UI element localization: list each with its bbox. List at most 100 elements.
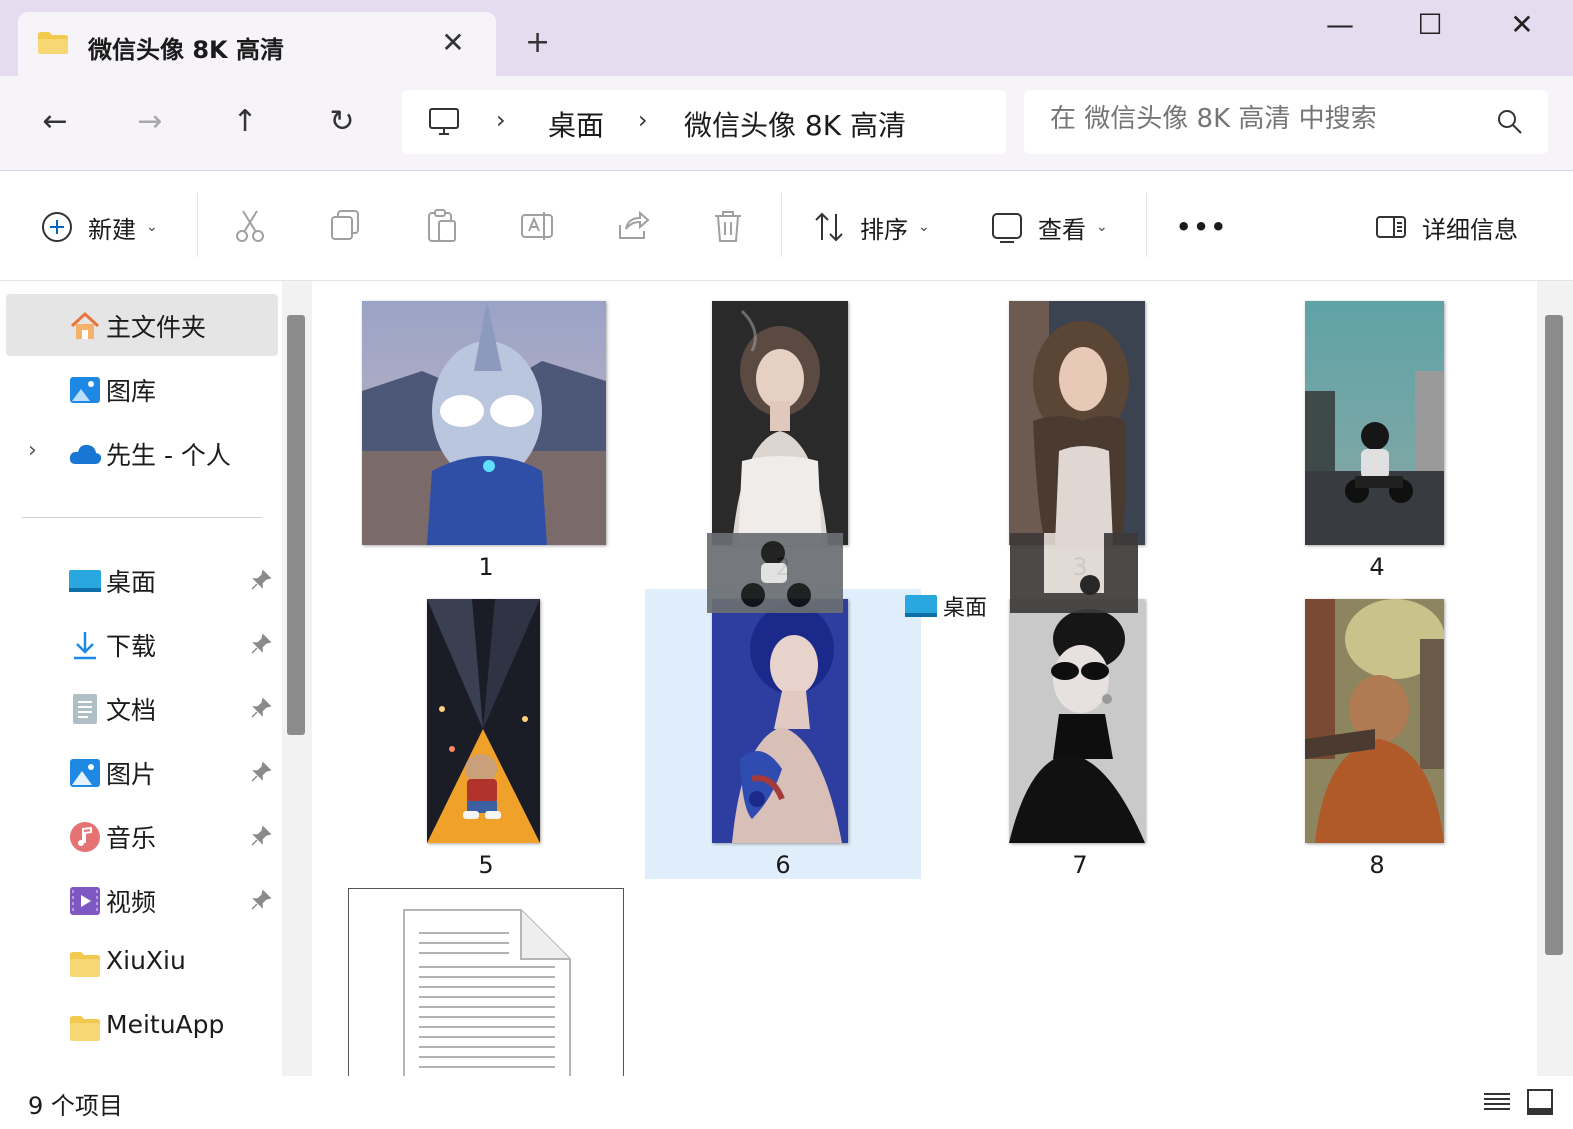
file-tile[interactable]: 7 <box>942 589 1218 879</box>
pin-icon[interactable] <box>250 825 272 847</box>
breadcrumb-current-folder[interactable]: 微信头像 8K 高清 <box>684 104 906 144</box>
sidebar-item-desktop[interactable]: 桌面 <box>6 549 278 611</box>
file-name[interactable]: 4 <box>1239 553 1515 581</box>
file-tile[interactable]: 4 <box>1239 291 1515 581</box>
more-options-button[interactable]: ••• <box>1176 207 1228 247</box>
image-thumbnail <box>1009 301 1145 545</box>
pin-icon[interactable] <box>250 633 272 655</box>
divider <box>1146 193 1147 257</box>
sidebar-scrollbar[interactable] <box>282 281 312 1076</box>
music-icon <box>70 822 100 852</box>
pin-icon[interactable] <box>250 761 272 783</box>
file-name[interactable]: 6 <box>645 851 921 879</box>
drag-tooltip: 桌面 <box>905 590 987 622</box>
tiles-view-icon[interactable] <box>1524 1086 1556 1118</box>
minimize-button[interactable]: — <box>1320 8 1360 48</box>
sidebar-item-label: 图片 <box>106 760 157 789</box>
image-thumbnail <box>1305 599 1444 843</box>
details-view-icon[interactable] <box>1481 1086 1513 1118</box>
refresh-button[interactable]: ↻ <box>320 100 364 144</box>
command-bar: 新建 ⌄ 排序 ⌄ 查看 ⌄ ••• 详细信息 <box>0 171 1573 281</box>
pin-icon[interactable] <box>250 889 272 911</box>
delete-icon[interactable] <box>709 207 747 245</box>
plus-circle-icon <box>42 212 72 242</box>
computer-icon <box>429 108 459 135</box>
sidebar-item-label: 音乐 <box>106 824 157 853</box>
copy-icon[interactable] <box>327 207 365 245</box>
sidebar-item-documents[interactable]: 文档 <box>6 677 278 739</box>
desktop-icon <box>905 595 937 617</box>
tab-close-icon[interactable]: ✕ <box>438 26 468 59</box>
divider <box>781 193 782 257</box>
expand-chevron-icon[interactable]: › <box>28 438 37 463</box>
pin-icon[interactable] <box>250 569 272 591</box>
image-thumbnail <box>712 301 848 545</box>
details-pane-button[interactable]: 详细信息 <box>1374 207 1518 247</box>
sidebar-scrollbar-thumb[interactable] <box>287 315 305 735</box>
file-tile[interactable]: 1 <box>348 291 624 581</box>
video-icon <box>70 887 100 915</box>
chevron-down-icon: ⌄ <box>146 219 158 235</box>
sidebar-item-label: 先生 - 个人 <box>106 441 231 470</box>
folder-icon <box>70 1016 100 1041</box>
forward-button[interactable]: → <box>128 100 172 144</box>
sort-button[interactable]: 排序 ⌄ <box>812 207 930 247</box>
file-view: 1 2 3 <box>314 281 1537 1076</box>
active-tab[interactable]: 微信头像 8K 高清 ✕ <box>18 12 496 76</box>
sidebar-item-xiuxiu[interactable]: XiuXiu <box>6 932 278 994</box>
file-name[interactable]: 8 <box>1239 851 1515 879</box>
address-bar[interactable]: › 桌面 › 微信头像 8K 高清 <box>402 90 1006 154</box>
drag-preview-image <box>1010 533 1138 613</box>
sidebar-item-videos[interactable]: 视频 <box>6 869 278 931</box>
details-pane-icon <box>1376 216 1406 238</box>
search-input[interactable] <box>1050 104 1490 134</box>
text-file-icon <box>403 909 571 1076</box>
image-thumbnail <box>1009 599 1145 843</box>
file-name[interactable]: 5 <box>348 851 624 879</box>
share-icon[interactable] <box>614 207 652 245</box>
breadcrumb-separator: › <box>496 106 506 134</box>
folder-icon <box>38 32 68 54</box>
new-button[interactable]: 新建 ⌄ <box>40 207 158 247</box>
navigation-pane: 主文件夹 图库 › 先生 - 个人 桌面 下载 文档 图片 音乐 视频 XiuX… <box>0 281 282 1076</box>
view-button[interactable]: 查看 ⌄ <box>990 207 1108 247</box>
sidebar-item-label: 桌面 <box>106 568 157 597</box>
sidebar-item-meituapp[interactable]: MeituApp <box>6 996 278 1058</box>
file-tile[interactable]: 5 <box>348 589 624 879</box>
file-tile-focused[interactable] <box>348 888 624 1076</box>
file-view-scrollbar-thumb[interactable] <box>1545 315 1563 955</box>
folder-icon <box>70 952 100 977</box>
file-name[interactable]: 7 <box>942 851 1218 879</box>
download-icon <box>74 632 96 660</box>
maximize-button[interactable]: ☐ <box>1410 8 1450 48</box>
cut-icon[interactable] <box>231 207 269 245</box>
image-thumbnail <box>362 301 606 545</box>
pin-icon[interactable] <box>250 697 272 719</box>
up-button[interactable]: ↑ <box>223 100 267 144</box>
sidebar-item-label: 主文件夹 <box>106 313 207 342</box>
back-button[interactable]: ← <box>33 100 77 144</box>
sidebar-item-onedrive[interactable]: › 先生 - 个人 <box>6 422 278 484</box>
file-tile-selected[interactable]: 6 <box>645 589 921 879</box>
paste-icon[interactable] <box>423 207 461 245</box>
sidebar-item-home[interactable]: 主文件夹 <box>6 294 278 356</box>
search-icon[interactable] <box>1496 108 1524 136</box>
sidebar-item-music[interactable]: 音乐 <box>6 805 278 867</box>
breadcrumb-desktop[interactable]: 桌面 <box>548 104 604 144</box>
file-name[interactable]: 1 <box>348 553 624 581</box>
pictures-icon <box>70 759 100 787</box>
sidebar-item-gallery[interactable]: 图库 <box>6 358 278 420</box>
desktop-icon <box>69 570 101 592</box>
chevron-down-icon: ⌄ <box>1096 219 1108 235</box>
sort-label: 排序 <box>860 215 908 244</box>
sidebar-item-downloads[interactable]: 下载 <box>6 613 278 675</box>
close-button[interactable]: ✕ <box>1502 8 1542 48</box>
divider <box>197 193 198 257</box>
file-view-scrollbar[interactable] <box>1537 281 1573 1076</box>
new-tab-button[interactable]: + <box>525 25 550 60</box>
drag-preview-image <box>707 533 843 613</box>
sidebar-item-pictures[interactable]: 图片 <box>6 741 278 803</box>
search-box[interactable] <box>1024 90 1548 154</box>
file-tile[interactable]: 8 <box>1239 589 1515 879</box>
rename-icon[interactable] <box>518 207 556 245</box>
